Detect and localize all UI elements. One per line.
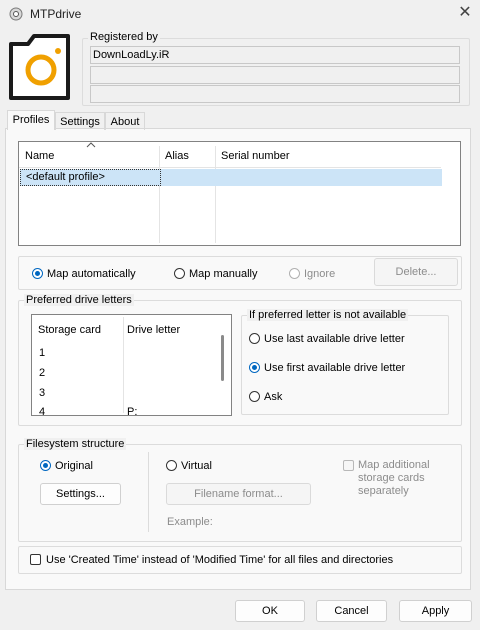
sort-ascending-icon [86, 142, 96, 148]
title-bar: MTPdrive ✕ [0, 0, 480, 28]
map-manually-label[interactable]: Map manually [189, 268, 257, 280]
use-first-label[interactable]: Use first available drive letter [264, 362, 405, 374]
use-last-label[interactable]: Use last available drive letter [264, 333, 405, 345]
camera-logo-icon [9, 34, 70, 100]
ask-label[interactable]: Ask [264, 391, 282, 403]
registration-line-1: DownLoadLy.iR [90, 46, 460, 64]
preferred-letters-title: Preferred drive letters [24, 294, 134, 306]
registration-line-2 [90, 66, 460, 84]
preferred-letters-list[interactable]: Storage card Drive letter 1 2 3 4 P: [31, 314, 232, 416]
tab-settings[interactable]: Settings [55, 112, 105, 130]
original-label[interactable]: Original [55, 460, 93, 472]
registration-line-3 [90, 85, 460, 103]
filesystem-divider [148, 452, 149, 532]
column-header-name[interactable]: Name [25, 150, 54, 162]
profile-name: <default profile> [26, 171, 105, 183]
column-header-storage-card[interactable]: Storage card [38, 324, 101, 336]
ok-button[interactable]: OK [235, 600, 305, 622]
created-time-checkbox[interactable] [30, 554, 41, 565]
virtual-label[interactable]: Virtual [181, 460, 212, 472]
list-item[interactable]: 2 [39, 367, 45, 379]
registration-name: DownLoadLy.iR [93, 49, 170, 61]
tab-profiles[interactable]: Profiles [7, 110, 55, 130]
filesystem-title: Filesystem structure [24, 438, 127, 450]
filesystem-settings-button[interactable]: Settings... [40, 483, 121, 505]
map-automatically-label[interactable]: Map automatically [47, 268, 136, 280]
close-icon[interactable]: ✕ [456, 4, 474, 22]
list-item[interactable]: 4 [39, 406, 45, 415]
cancel-button[interactable]: Cancel [316, 600, 387, 622]
list-item[interactable]: 1 [39, 347, 45, 359]
virtual-radio[interactable] [166, 460, 177, 471]
column-header-serial[interactable]: Serial number [221, 150, 289, 162]
apply-button[interactable]: Apply [399, 600, 472, 622]
tab-about[interactable]: About [105, 112, 145, 130]
map-additional-label: Map additional storage cards separately [358, 459, 430, 497]
map-automatically-radio[interactable] [32, 268, 43, 279]
column-header-drive-letter[interactable]: Drive letter [127, 324, 180, 336]
fallback-title: If preferred letter is not available [247, 309, 409, 321]
ignore-radio[interactable] [289, 268, 300, 279]
original-radio[interactable] [40, 460, 51, 471]
example-label: Example: [167, 516, 213, 528]
filename-format-button[interactable]: Filename format... [166, 483, 311, 505]
registered-by-label: Registered by [88, 31, 160, 43]
profiles-table[interactable]: Name Alias Serial number <default profil… [18, 141, 461, 246]
window-title: MTPdrive [30, 7, 82, 21]
drive-letter-value: P: [127, 406, 138, 416]
column-header-alias[interactable]: Alias [165, 150, 189, 162]
delete-button[interactable]: Delete... [374, 258, 458, 286]
created-time-label[interactable]: Use 'Created Time' instead of 'Modified … [46, 554, 393, 566]
ignore-label: Ignore [304, 268, 336, 280]
use-first-radio[interactable] [249, 362, 260, 373]
table-row[interactable]: <default profile> [20, 169, 442, 186]
list-item[interactable]: 3 [39, 387, 45, 399]
app-icon [9, 7, 23, 21]
ask-radio[interactable] [249, 391, 260, 402]
map-manually-radio[interactable] [174, 268, 185, 279]
scrollbar-thumb[interactable] [221, 335, 224, 381]
use-last-radio[interactable] [249, 333, 260, 344]
map-additional-checkbox[interactable] [343, 460, 354, 471]
